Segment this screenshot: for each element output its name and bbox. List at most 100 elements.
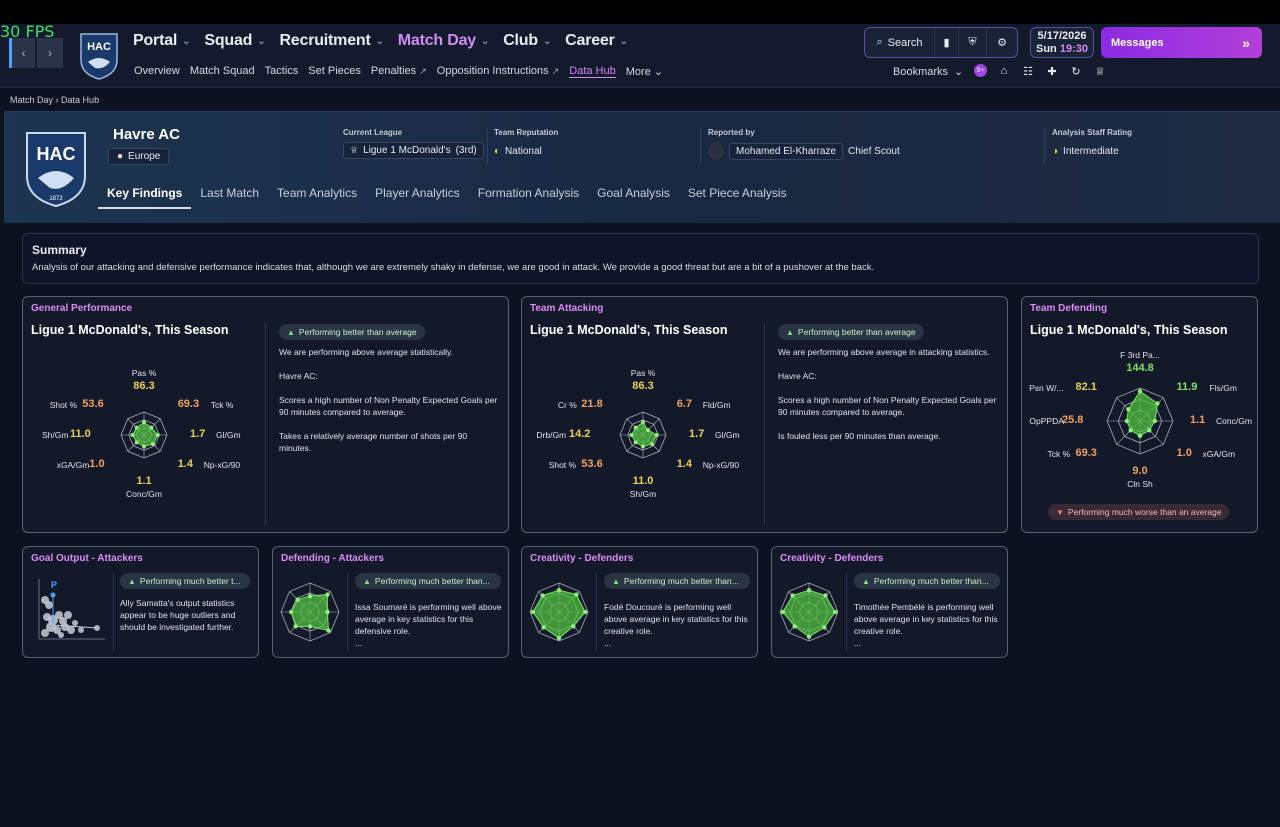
radar-axis-value: 144.8 (1126, 362, 1154, 374)
card-title: Team Defending (1030, 303, 1108, 314)
subnav-set-pieces[interactable]: Set Pieces (308, 65, 361, 78)
general-performance-card[interactable]: General Performance Ligue 1 McDonald's, … (22, 296, 509, 533)
defending-attackers-card[interactable]: Defending - Attackers ▲ Performing much b… (272, 546, 509, 658)
radar-point (822, 625, 827, 630)
radar-axis-label: Sh/Gm (629, 489, 657, 499)
radar-point (792, 624, 797, 629)
radar-point (1147, 428, 1152, 433)
subnav-match-squad[interactable]: Match Squad (190, 65, 255, 78)
status-badge: ▲ Performing better than average (279, 324, 425, 340)
nav-career[interactable]: Career ⌄ (565, 32, 628, 50)
radar-point (150, 441, 155, 446)
tab-set-piece-analysis[interactable]: Set Piece Analysis (679, 185, 796, 209)
trophy-icon[interactable]: ♕ (1093, 64, 1107, 78)
team-defending-card[interactable]: Team Defending Ligue 1 McDonald's, This … (1021, 296, 1258, 533)
creativity-defenders-card[interactable]: Creativity - Defenders ▲ Performing much … (521, 546, 758, 658)
radar-point (574, 592, 579, 597)
card-title: Team Attacking (530, 303, 604, 314)
radar-axis-label: Conc/Gm (1216, 416, 1252, 426)
radar-point (326, 628, 331, 633)
medical-icon[interactable]: ✚ (1045, 64, 1059, 78)
radar-chart (619, 411, 667, 459)
tab-team-analytics[interactable]: Team Analytics (268, 185, 366, 209)
divider (846, 573, 847, 651)
scatter-chart: P (38, 579, 105, 640)
subnav-data-hub[interactable]: Data Hub (569, 65, 616, 78)
settings-button[interactable]: ⚙ (987, 28, 1017, 57)
tab-last-match[interactable]: Last Match (191, 185, 268, 209)
date-time-button[interactable]: 5/17/2026 Sun 19:30 (1030, 27, 1094, 58)
subnav-more[interactable]: More ⌄ (626, 65, 663, 78)
radar-point (641, 444, 645, 449)
radar-axis-label: Tck % (210, 400, 234, 411)
status-badge: ▲ Performing much better than... (355, 573, 501, 589)
fps-counter: 30 FPS (0, 22, 55, 41)
radar-point (134, 440, 139, 445)
status-badge: ▲ Performing much better than... (604, 573, 750, 589)
subnav-penalties[interactable]: Penalties ↗ (371, 65, 427, 78)
forward-button[interactable]: › (37, 38, 63, 68)
radar-axis-value: 25.8 (1062, 414, 1084, 426)
radar-point (806, 588, 812, 593)
radar-axis-value: 1.1 (136, 475, 152, 487)
radar-axis-label: Cr % (557, 400, 577, 411)
scout-name[interactable]: Mohamed El-Kharraze (729, 142, 844, 160)
top-bar (0, 0, 1280, 24)
radar-axis-label: Fld/Gm (702, 400, 731, 411)
bookmarks-dropdown[interactable]: Bookmarks ⌄ (893, 65, 963, 79)
summary-text: Analysis of our attacking and defensive … (32, 262, 875, 273)
breadcrumb: Match Day › Data Hub (10, 95, 99, 105)
radar-axis-label: Shot % (548, 459, 577, 470)
nav-portal[interactable]: Portal ⌄ (133, 32, 191, 50)
goal-output-card[interactable]: Goal Output - Attackers ▲ Performing much… (22, 546, 259, 658)
double-chevron-right-icon: » (1242, 34, 1250, 51)
creativity-defenders-card-2[interactable]: Creativity - Defenders ▲ Performing much … (771, 546, 1008, 658)
radar-axis-value: 1.4 (177, 457, 193, 470)
tab-player-analytics[interactable]: Player Analytics (366, 185, 469, 209)
card-description: Issa Soumaré is performing well above av… (355, 602, 502, 648)
subnav-opposition-instructions[interactable]: Opposition Instructions ↗ (437, 65, 560, 78)
radar-axis-label: Gl/Gm (715, 430, 740, 440)
location-pin-icon: ● (117, 151, 124, 162)
back-button[interactable]: ‹ (9, 38, 35, 68)
shield-button[interactable]: ⛨ (959, 28, 987, 57)
card-title: Creativity - Defenders (530, 553, 634, 564)
radar-point (1155, 401, 1160, 406)
main-nav: Portal ⌄ Squad ⌄ Recruitment ⌄ Match Day ⌄ C… (133, 32, 628, 50)
subnav-overview[interactable]: Overview (134, 65, 180, 78)
radar-point (1137, 433, 1143, 439)
nav-recruitment[interactable]: Recruitment ⌄ (279, 32, 384, 50)
league-link[interactable]: ♕ Ligue 1 McDonald's (3rd) (343, 142, 484, 159)
tab-formation-analysis[interactable]: Formation Analysis (469, 185, 588, 209)
club-name: Havre AC (113, 126, 180, 143)
shirt-icon[interactable]: ⌂ (997, 64, 1011, 78)
nav-club[interactable]: Club ⌄ (503, 32, 551, 50)
bookmark-button[interactable]: ▮ (935, 28, 959, 57)
radar-axis-value: 53.6 (82, 398, 104, 411)
clipboard-icon[interactable]: ☷ (1021, 64, 1035, 78)
inbox-badge-icon[interactable]: 9+ (974, 64, 987, 77)
nav-squad[interactable]: Squad ⌄ (204, 32, 265, 50)
refresh-icon[interactable]: ↻ (1069, 64, 1083, 78)
subnav-tactics[interactable]: Tactics (265, 65, 299, 78)
radar-area (782, 589, 836, 638)
svg-text:HAC: HAC (37, 144, 76, 164)
search-button[interactable]: ⌕ Search (865, 28, 935, 57)
radar-point (1128, 428, 1133, 433)
card-subtitle: Ligue 1 McDonald's, This Season (1030, 323, 1228, 337)
current-league-block: Current League ♕ Ligue 1 McDonald's (3rd) (343, 128, 484, 159)
summary-title: Summary (32, 243, 87, 257)
bookmark-icon: ▮ (943, 37, 950, 49)
nav-match-day[interactable]: Match Day ⌄ (398, 32, 490, 50)
radar-axis-label: Fls/Gm (1209, 383, 1237, 394)
messages-button[interactable]: Messages » (1101, 27, 1262, 58)
thumbs-down-icon: ▼ (1056, 507, 1064, 517)
tab-key-findings[interactable]: Key Findings (98, 185, 192, 209)
tab-goal-analysis[interactable]: Goal Analysis (588, 185, 679, 209)
radar-axis-label: xGA/Gm (1202, 448, 1236, 459)
radar-point (1137, 389, 1143, 394)
club-crest-icon[interactable]: HAC (79, 32, 119, 80)
radar-point (823, 593, 828, 598)
breadcrumb-match-day[interactable]: Match Day (10, 95, 53, 105)
team-attacking-card[interactable]: Team Attacking Ligue 1 McDonald's, This … (521, 296, 1008, 533)
